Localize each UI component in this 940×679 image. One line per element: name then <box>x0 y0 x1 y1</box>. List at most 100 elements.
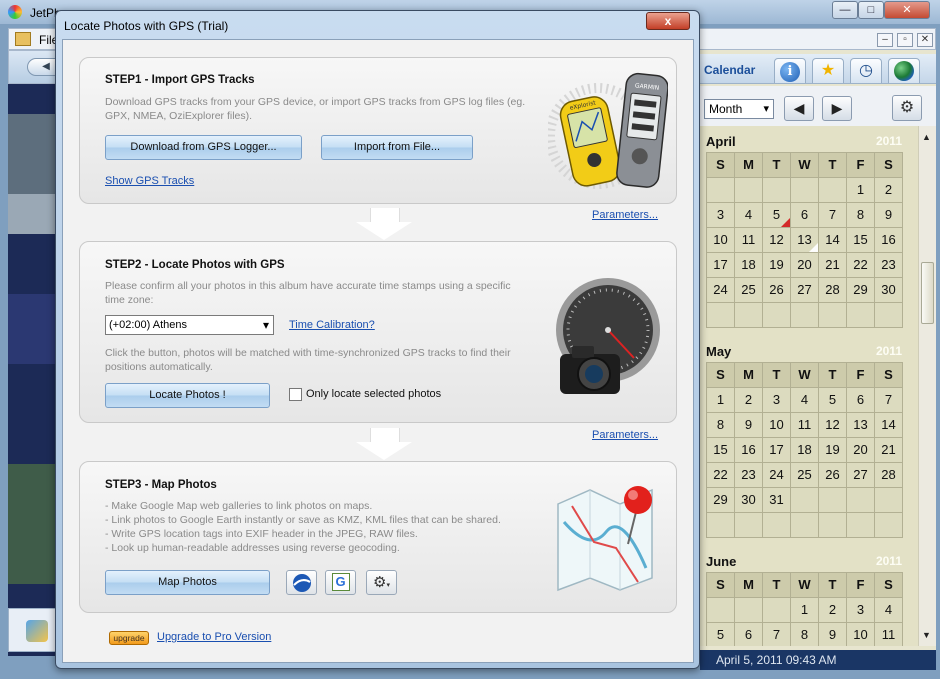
calendar-day[interactable] <box>847 488 875 513</box>
calendar-day[interactable]: 30 <box>875 278 903 303</box>
upgrade-to-pro-link[interactable]: Upgrade to Pro Version <box>157 631 271 643</box>
calendar-day[interactable]: 11 <box>735 228 763 253</box>
calendar-day[interactable]: 25 <box>735 278 763 303</box>
map-settings-button[interactable]: ⚙▾ <box>366 570 397 595</box>
calendar-day[interactable] <box>875 513 903 538</box>
calendar-day[interactable]: 19 <box>819 438 847 463</box>
calendar-day[interactable] <box>707 178 735 203</box>
calendar-day[interactable]: 3 <box>707 203 735 228</box>
calendar-day[interactable]: 2 <box>875 178 903 203</box>
calendar-day[interactable]: 10 <box>707 228 735 253</box>
google-map-button[interactable]: G <box>325 570 356 595</box>
calendar-day[interactable]: 4 <box>735 203 763 228</box>
mdi-restore-button[interactable]: ▫ <box>897 33 913 47</box>
calendar-day[interactable]: 4 <box>791 388 819 413</box>
calendar-day[interactable]: 17 <box>707 253 735 278</box>
calendar-day[interactable]: 22 <box>847 253 875 278</box>
calendar-day[interactable] <box>791 513 819 538</box>
calendar-day[interactable]: 2 <box>819 598 847 623</box>
scrollbar-thumb[interactable] <box>921 262 934 324</box>
calendar-day[interactable]: 14 <box>875 413 903 438</box>
calendar-day[interactable]: 5 <box>707 623 735 646</box>
calendar-day[interactable]: 25 <box>791 463 819 488</box>
calendar-day[interactable]: 20 <box>791 253 819 278</box>
calendar-day[interactable] <box>707 303 735 328</box>
calendar-day[interactable]: 5 <box>819 388 847 413</box>
calendar-day[interactable]: 9 <box>735 413 763 438</box>
calendar-day[interactable]: 7 <box>819 203 847 228</box>
import-from-file-button[interactable]: Import from File... <box>321 135 473 160</box>
calendar-day[interactable]: 26 <box>763 278 791 303</box>
photo-thumbnail[interactable] <box>8 294 60 364</box>
calendar-day[interactable]: 9 <box>875 203 903 228</box>
upgrade-badge[interactable]: upgrade <box>109 631 149 645</box>
calendar-day[interactable] <box>791 488 819 513</box>
calendar-day[interactable]: 5 <box>763 203 791 228</box>
calendar-day[interactable]: 1 <box>847 178 875 203</box>
calendar-day[interactable] <box>763 598 791 623</box>
calendar-day[interactable]: 9 <box>819 623 847 646</box>
previous-button[interactable]: ◀ <box>784 96 814 121</box>
calendar-day[interactable]: 10 <box>763 413 791 438</box>
calendar-day[interactable] <box>819 488 847 513</box>
view-mode-select[interactable]: Month <box>704 99 774 119</box>
calendar-day[interactable] <box>763 303 791 328</box>
calendar-day[interactable]: 24 <box>763 463 791 488</box>
scroll-up-icon[interactable]: ▲ <box>922 132 931 142</box>
calendar-day[interactable]: 19 <box>763 253 791 278</box>
calendar-day[interactable]: 11 <box>791 413 819 438</box>
calendar-day[interactable] <box>875 488 903 513</box>
calendar-day[interactable]: 3 <box>847 598 875 623</box>
step2-parameters-link[interactable]: Parameters... <box>592 429 658 441</box>
map-photos-button[interactable]: Map Photos <box>105 570 270 595</box>
calendar-day[interactable] <box>847 513 875 538</box>
mdi-minimize-button[interactable]: – <box>877 33 893 47</box>
calendar-day[interactable]: 18 <box>735 253 763 278</box>
calendar-scrollbar[interactable]: ▲ ▼ <box>918 126 936 646</box>
calendar-day[interactable]: 29 <box>847 278 875 303</box>
calendar-day[interactable]: 22 <box>707 463 735 488</box>
calendar-day[interactable]: 13 <box>847 413 875 438</box>
map-tab[interactable] <box>888 58 920 83</box>
step1-parameters-link[interactable]: Parameters... <box>592 209 658 221</box>
only-selected-checkbox[interactable] <box>289 388 302 401</box>
calendar-day[interactable]: 11 <box>875 623 903 646</box>
calendar-day[interactable]: 2 <box>735 388 763 413</box>
locate-photos-button[interactable]: Locate Photos ! <box>105 383 270 408</box>
calendar-day[interactable]: 1 <box>791 598 819 623</box>
calendar-day[interactable] <box>763 513 791 538</box>
calendar-day[interactable] <box>735 178 763 203</box>
calendar-settings-button[interactable]: ⚙ <box>892 95 922 121</box>
calendar-day[interactable]: 6 <box>735 623 763 646</box>
calendar-day[interactable] <box>735 598 763 623</box>
app-close-button[interactable]: ✕ <box>884 1 930 19</box>
calendar-day[interactable]: 6 <box>791 203 819 228</box>
google-earth-button[interactable] <box>286 570 317 595</box>
calendar-day[interactable]: 6 <box>847 388 875 413</box>
calendar-day[interactable]: 26 <box>819 463 847 488</box>
scroll-down-icon[interactable]: ▼ <box>922 630 931 640</box>
calendar-day[interactable]: 8 <box>707 413 735 438</box>
calendar-day[interactable] <box>847 303 875 328</box>
calendar-day[interactable] <box>763 178 791 203</box>
calendar-day[interactable]: 27 <box>847 463 875 488</box>
calendar-day[interactable]: 15 <box>707 438 735 463</box>
calendar-day[interactable]: 12 <box>819 413 847 438</box>
calendar-day[interactable]: 16 <box>875 228 903 253</box>
calendar-day[interactable]: 15 <box>847 228 875 253</box>
dialog-close-button[interactable]: x <box>646 12 690 30</box>
calendar-day[interactable]: 10 <box>847 623 875 646</box>
calendar-day[interactable]: 16 <box>735 438 763 463</box>
download-gps-logger-button[interactable]: Download from GPS Logger... <box>105 135 302 160</box>
calendar-tab[interactable]: ◷ <box>850 58 882 83</box>
calendar-day[interactable]: 21 <box>819 253 847 278</box>
calendar-day[interactable] <box>819 303 847 328</box>
calendar-day[interactable] <box>735 303 763 328</box>
calendar-day[interactable] <box>819 178 847 203</box>
calendar-day[interactable]: 12 <box>763 228 791 253</box>
calendar-day[interactable]: 18 <box>791 438 819 463</box>
calendar-day[interactable] <box>875 303 903 328</box>
photo-thumbnail[interactable] <box>8 194 60 234</box>
calendar-day[interactable] <box>707 513 735 538</box>
timezone-select[interactable]: (+02:00) Athens <box>105 315 274 335</box>
